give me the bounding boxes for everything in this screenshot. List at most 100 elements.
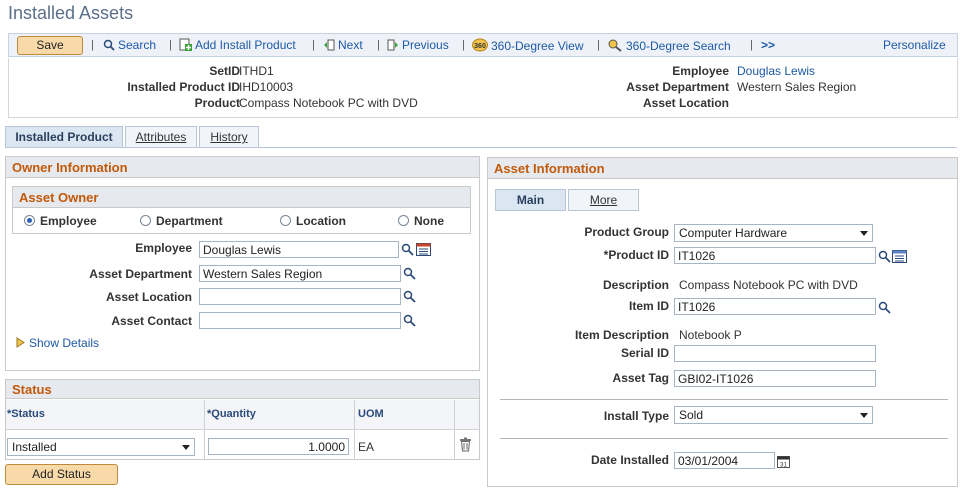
asset-department-value: Western Sales Region	[737, 80, 857, 94]
lookup-icon[interactable]	[878, 250, 891, 263]
radio-employee[interactable]	[24, 215, 35, 226]
lookup-icon[interactable]	[403, 314, 416, 327]
asset-information-title: Asset Information	[488, 158, 957, 179]
serial-id-field[interactable]	[674, 345, 876, 362]
section-divider	[500, 399, 948, 400]
next-link[interactable]: Next	[323, 38, 363, 52]
date-installed-label: Date Installed	[590, 453, 669, 467]
asset-location-field[interactable]	[199, 288, 401, 305]
radio-employee-label: Employee	[40, 214, 97, 228]
lookup-icon[interactable]	[403, 290, 416, 303]
search-link[interactable]: Search	[103, 38, 156, 52]
calendar-icon[interactable]: 31	[777, 455, 790, 468]
column-divider	[204, 400, 205, 460]
tab-history[interactable]: History	[199, 126, 259, 148]
radio-none-label: None	[414, 214, 444, 228]
product-group-select[interactable]: Computer Hardware	[674, 224, 873, 242]
previous-label: Previous	[402, 38, 449, 52]
status-group: Status *Status *Quantity UOM Installed 1…	[5, 379, 480, 460]
radio-department-label: Department	[156, 214, 223, 228]
asset-department-field[interactable]: Western Sales Region	[199, 265, 401, 282]
install-type-label: Install Type	[603, 409, 669, 423]
asset-information-group: Asset Information Main More Product Grou…	[487, 157, 958, 487]
show-details-link[interactable]: Show Details	[16, 336, 99, 350]
owner-employee-label: Employee	[135, 241, 192, 255]
asset-tag-label: Asset Tag	[612, 371, 669, 385]
serial-id-label: Serial ID	[620, 346, 669, 360]
previous-link[interactable]: Previous	[387, 38, 449, 52]
360-search-link[interactable]: 360-Degree Search	[607, 38, 731, 53]
quantity-field[interactable]: 1.0000	[208, 438, 349, 455]
col-status-header: *Status	[7, 408, 45, 420]
lookup-icon[interactable]	[403, 267, 416, 280]
setid-label: SetID	[209, 64, 240, 78]
setid-value: ITHD1	[239, 64, 274, 78]
product-value: Compass Notebook PC with DVD	[239, 96, 418, 110]
toolbar-separator: |	[91, 39, 94, 51]
expand-triangle-icon	[16, 337, 25, 348]
status-select-value: Installed	[12, 440, 57, 454]
radio-location[interactable]	[280, 215, 291, 226]
previous-icon	[387, 39, 398, 51]
owner-information-group: Owner Information Asset Owner Employee D…	[5, 156, 480, 371]
delete-row-icon[interactable]	[459, 437, 472, 452]
subtab-main[interactable]: Main	[495, 189, 566, 211]
toolbar-separator: |	[312, 39, 315, 51]
install-type-select[interactable]: Sold	[674, 406, 873, 424]
date-installed-field[interactable]: 03/01/2004	[674, 452, 775, 469]
lookup-icon[interactable]	[878, 301, 891, 314]
product-detail-icon[interactable]	[892, 250, 907, 263]
360-view-link[interactable]: 360 360-Degree View	[472, 38, 584, 53]
asset-owner-title: Asset Owner	[13, 187, 470, 208]
item-description-value: Notebook P	[679, 328, 742, 342]
item-description-label: Item Description	[574, 328, 669, 342]
search-icon	[103, 39, 115, 51]
360-search-icon	[608, 39, 622, 52]
search-label: Search	[118, 38, 157, 52]
asset-owner-group: Asset Owner Employee Department Location…	[12, 186, 471, 234]
asset-contact-field[interactable]	[199, 312, 401, 329]
asset-tag-field[interactable]: GBI02-IT1026	[674, 370, 876, 387]
directory-icon[interactable]	[416, 243, 431, 256]
toolbar-separator: |	[597, 39, 600, 51]
item-id-label: Item ID	[628, 299, 669, 313]
asset-department-label: Asset Department	[626, 80, 729, 94]
toolbar-separator: |	[377, 39, 380, 51]
toolbar: Save | Search | Add Install Product | Ne…	[8, 33, 958, 57]
status-select[interactable]: Installed	[7, 438, 195, 456]
show-details-label: Show Details	[29, 336, 100, 350]
product-group-label: Product Group	[584, 225, 669, 239]
status-title: Status	[6, 380, 479, 399]
tab-installed-product[interactable]: Installed Product	[5, 126, 123, 148]
radio-department[interactable]	[140, 215, 151, 226]
more-link[interactable]: >>	[761, 38, 775, 52]
add-install-product-label: Add Install Product	[195, 38, 296, 52]
radio-none[interactable]	[398, 215, 409, 226]
item-id-field[interactable]: IT1026	[674, 298, 876, 315]
product-label: Product	[194, 96, 240, 110]
description-label: Description	[602, 278, 669, 292]
add-install-product-link[interactable]: Add Install Product	[179, 38, 296, 52]
product-id-field[interactable]: IT1026	[674, 247, 876, 264]
toolbar-separator: |	[750, 39, 753, 51]
svg-text:31: 31	[780, 463, 787, 469]
lookup-icon[interactable]	[401, 243, 414, 256]
add-status-button[interactable]: Add Status	[5, 464, 118, 485]
tab-divider	[5, 147, 957, 148]
employee-link[interactable]: Douglas Lewis	[737, 64, 815, 78]
360-degree-icon: 360	[472, 38, 488, 52]
personalize-link[interactable]: Personalize	[883, 38, 946, 52]
svg-text:360: 360	[474, 43, 486, 50]
employee-field[interactable]: Douglas Lewis	[199, 241, 399, 258]
section-divider	[500, 438, 948, 439]
save-button[interactable]: Save	[17, 36, 83, 55]
subtab-more[interactable]: More	[568, 189, 639, 211]
toolbar-separator: |	[462, 39, 465, 51]
employee-label: Employee	[672, 64, 729, 78]
360-view-label: 360-Degree View	[491, 39, 584, 53]
owner-information-title: Owner Information	[6, 157, 479, 178]
description-value: Compass Notebook PC with DVD	[679, 278, 858, 292]
product-group-value: Computer Hardware	[679, 226, 788, 240]
tab-attributes[interactable]: Attributes	[125, 126, 197, 148]
installed-product-id-value: IHD10003	[239, 80, 294, 94]
